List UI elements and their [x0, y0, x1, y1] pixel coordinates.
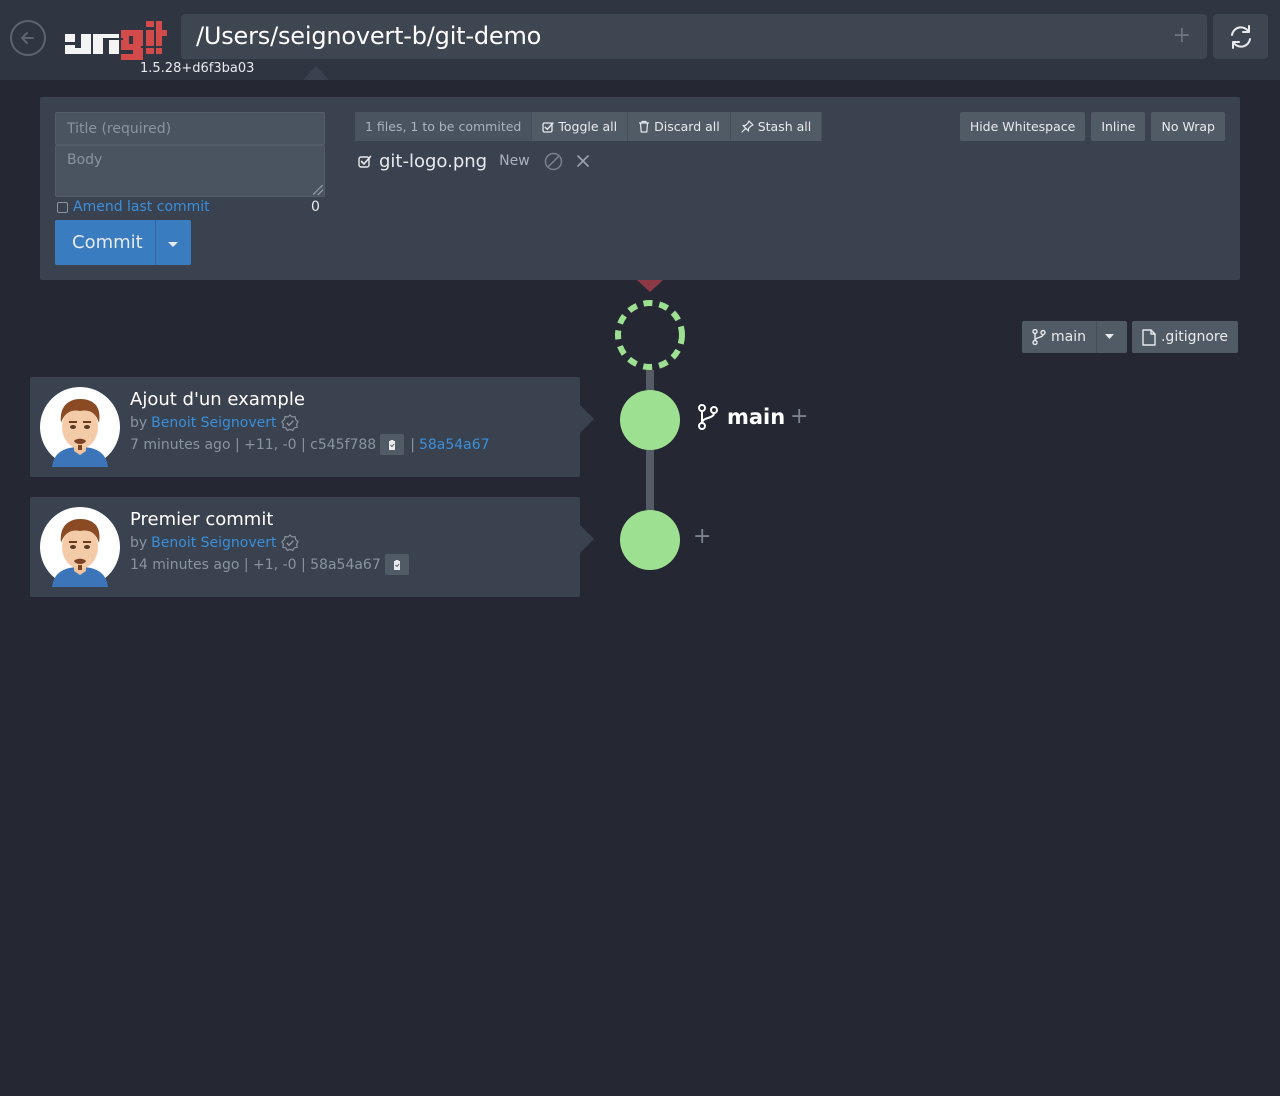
commit-title-input[interactable] — [55, 112, 325, 145]
copy-hash-button[interactable] — [384, 554, 409, 575]
commit-button-label: Commit — [72, 232, 143, 253]
commit-card[interactable]: Premier commit by Benoit Seignovert 14 m… — [30, 497, 594, 597]
author-prefix: by — [130, 535, 148, 551]
commit-author: by Benoit Seignovert — [130, 534, 299, 552]
diff-options-toolbar: Hide Whitespace Inline No Wrap — [959, 112, 1225, 141]
commit-meta-text: 14 minutes ago | +1, -0 | 58a54a67 — [130, 556, 381, 573]
refresh-button[interactable] — [1213, 14, 1268, 59]
commit-meta: 14 minutes ago | +1, -0 | 58a54a67 — [130, 554, 415, 575]
commit-meta: 7 minutes ago | +11, -0 | c545f788 | 58a… — [130, 434, 490, 455]
author-avatar — [40, 507, 120, 587]
commit-body-input[interactable] — [55, 145, 325, 197]
author-prefix: by — [130, 415, 148, 431]
pin-icon — [741, 120, 754, 133]
commit-button[interactable]: Commit — [55, 220, 191, 265]
file-icon — [1142, 328, 1156, 346]
gitignore-button[interactable]: .gitignore — [1131, 321, 1238, 353]
toggle-all-label: Toggle all — [558, 119, 618, 134]
current-branch-label: main — [1051, 329, 1086, 345]
working-tree-node[interactable] — [615, 300, 685, 370]
file-checkbox-icon[interactable] — [358, 154, 372, 168]
staging-panel: Amend last commit 0 Commit 1 files, 1 to… — [40, 97, 1240, 280]
back-button[interactable] — [10, 20, 46, 56]
commit-title: Premier commit — [130, 509, 274, 530]
copy-hash-button[interactable] — [380, 434, 405, 455]
file-status-badge: New — [499, 153, 530, 169]
branch-icon — [698, 404, 718, 430]
textarea-resize-handle[interactable] — [313, 185, 323, 195]
current-branch-button[interactable]: main — [1022, 321, 1097, 353]
commit-card[interactable]: Ajout d'un example by Benoit Seignovert … — [30, 377, 594, 477]
version-label: 1.5.28+d6f3ba03 — [140, 61, 255, 76]
parent-hash-link[interactable]: 58a54a67 — [419, 437, 490, 453]
discard-all-label: Discard all — [654, 119, 720, 134]
close-icon[interactable] — [576, 155, 589, 167]
file-name[interactable]: git-logo.png — [379, 151, 487, 172]
author-name-link[interactable]: Benoit Seignovert — [151, 535, 276, 551]
refresh-icon — [1230, 24, 1251, 49]
caret-down-icon[interactable] — [168, 242, 178, 247]
gitignore-label: .gitignore — [1160, 329, 1228, 345]
repository-path-text: /Users/seignovert-b/git-demo — [196, 22, 542, 50]
commit-author: by Benoit Seignovert — [130, 414, 299, 432]
discard-all-button[interactable]: Discard all — [628, 112, 731, 141]
repository-path-input[interactable]: /Users/seignovert-b/git-demo + — [181, 14, 1207, 59]
add-branch-icon-2[interactable]: + — [693, 524, 711, 549]
clipboard-icon — [393, 559, 400, 570]
checkbox-icon — [542, 121, 555, 133]
add-branch-icon[interactable]: + — [790, 404, 808, 429]
file-actions-toolbar: 1 files, 1 to be commited Toggle all Dis… — [355, 112, 823, 141]
commit-node-1[interactable] — [620, 390, 680, 450]
commit-button-divider — [155, 220, 156, 265]
amend-checkbox[interactable] — [57, 202, 68, 213]
commit-meta-text: 7 minutes ago | +11, -0 | c545f788 — [130, 436, 377, 453]
trash-icon — [639, 120, 650, 133]
caret-down-icon — [1104, 334, 1114, 339]
no-wrap-button[interactable]: No Wrap — [1151, 112, 1225, 141]
commit-graph — [615, 300, 685, 570]
path-pointer — [303, 66, 329, 80]
title-char-count: 0 — [311, 199, 320, 215]
branch-toolbar: main .gitignore — [1022, 321, 1238, 353]
ungit-logo[interactable] — [63, 18, 167, 64]
cancel-icon[interactable] — [544, 152, 563, 171]
clipboard-icon — [389, 439, 396, 450]
add-path-icon[interactable]: + — [1173, 23, 1191, 48]
author-avatar — [40, 387, 120, 467]
verified-icon — [280, 414, 299, 432]
staged-file-row: git-logo.png New — [358, 149, 589, 173]
stash-all-button[interactable]: Stash all — [730, 112, 823, 141]
meta-separator: | — [410, 436, 415, 453]
author-name-link[interactable]: Benoit Seignovert — [151, 415, 276, 431]
branch-name: main — [727, 405, 786, 429]
commit-node-2[interactable] — [620, 510, 680, 570]
files-info-label: 1 files, 1 to be commited — [355, 112, 533, 141]
back-arrow-icon — [21, 32, 34, 44]
hide-whitespace-button[interactable]: Hide Whitespace — [959, 112, 1086, 141]
amend-last-commit-label[interactable]: Amend last commit — [73, 199, 210, 215]
top-bar: 1.5.28+d6f3ba03 /Users/seignovert-b/git-… — [0, 0, 1280, 80]
branch-label-main[interactable]: main — [697, 404, 785, 430]
stash-all-label: Stash all — [757, 119, 812, 134]
inline-button[interactable]: Inline — [1091, 112, 1146, 141]
toggle-all-button[interactable]: Toggle all — [532, 112, 629, 141]
verified-icon — [280, 534, 299, 552]
branch-dropdown-button[interactable] — [1096, 321, 1127, 353]
branch-icon — [1032, 329, 1046, 345]
commit-title: Ajout d'un example — [130, 389, 305, 410]
